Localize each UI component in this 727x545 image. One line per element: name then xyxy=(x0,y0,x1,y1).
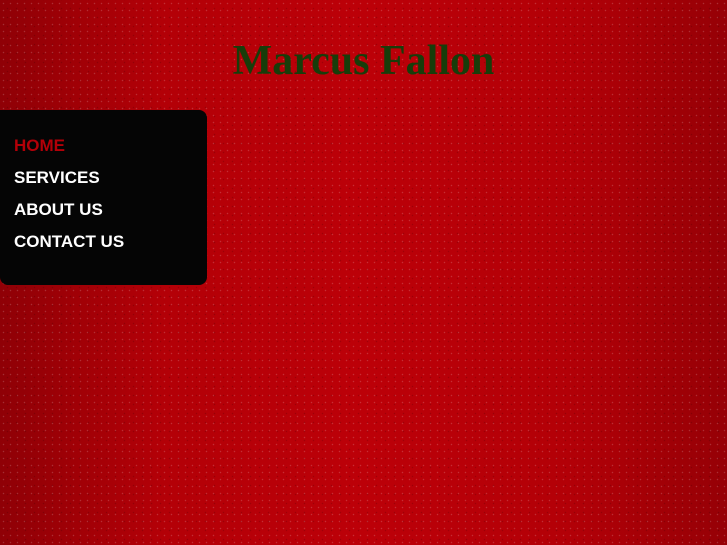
main-nav: HOME SERVICES ABOUT US CONTACT US xyxy=(0,110,207,285)
nav-item-contact-us[interactable]: CONTACT US xyxy=(14,226,207,258)
nav-item-services[interactable]: SERVICES xyxy=(14,162,207,194)
page-title: Marcus Fallon xyxy=(232,38,495,84)
nav-item-home[interactable]: HOME xyxy=(14,130,207,162)
nav-item-about-us[interactable]: ABOUT US xyxy=(14,194,207,226)
